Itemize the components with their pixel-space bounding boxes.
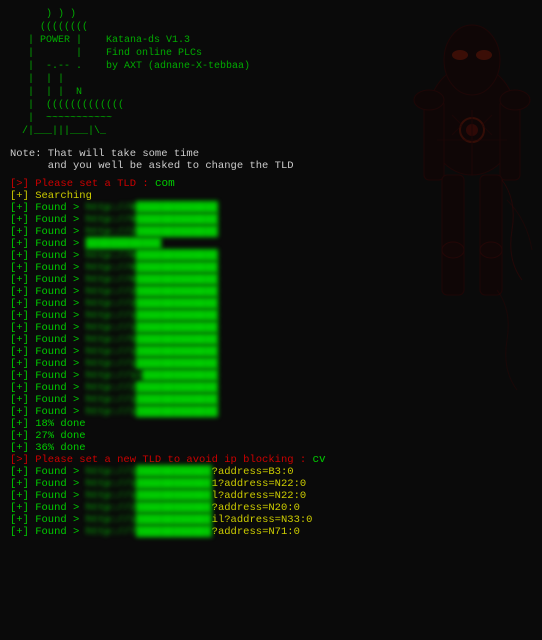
found-line-12: [+] Found > http://5█████████████ — [10, 334, 532, 346]
prompt1-line: [>] Please set a TLD : com — [10, 178, 532, 190]
found-line-11: [+] Found > http://1█████████████ — [10, 322, 532, 334]
found-lines-container: [+] Found > http://8█████████████ [+] Fo… — [10, 202, 532, 418]
found-param-line-5: [+] Found > http://1████████████il?addre… — [10, 514, 532, 526]
found-param-line-4: [+] Found > http://2████████████?address… — [10, 502, 532, 514]
found-param-line-2: [+] Found > http://1████████████1?addres… — [10, 478, 532, 490]
found-line-17: [+] Found > http://1█████████████ — [10, 394, 532, 406]
found-line-13: [+] Found > http://1█████████████ — [10, 346, 532, 358]
prompt2-value: cv — [312, 454, 325, 466]
found-line-2: [+] Found > http://9█████████████ — [10, 214, 532, 226]
found-line-18: [+] Found > http://1█████████████ — [10, 406, 532, 418]
note-text: Note: That will take some time and you w… — [10, 148, 532, 172]
found-line-9: [+] Found > http://2█████████████ — [10, 298, 532, 310]
found-line-7: [+] Found > http://6█████████████ — [10, 274, 532, 286]
searching-line: [+] Searching — [10, 190, 532, 202]
prompt1-value: com — [155, 178, 175, 190]
found-line-3: [+] Found > http://2█████████████ — [10, 226, 532, 238]
found-line-4: [+] Found > ████████████ — [10, 238, 532, 250]
terminal: ) ) ) (((((((( | POWER | Katana-ds V1.3 … — [0, 0, 542, 640]
found-param-line-6: [+] Found > http://7████████████?address… — [10, 526, 532, 538]
found-line-8: [+] Found > http://2█████████████ — [10, 286, 532, 298]
ascii-art-banner: ) ) ) (((((((( | POWER | Katana-ds V1.3 … — [10, 8, 532, 138]
prompt2-line: [>] Please set a new TLD to avoid ip blo… — [10, 454, 532, 466]
done-line-3: [+] 36% done — [10, 442, 532, 454]
found-line-10: [+] Found > http://1█████████████ — [10, 310, 532, 322]
found-line-14: [+] Found > http://1█████████████ — [10, 358, 532, 370]
prompt1-label: [>] Please set a TLD : — [10, 178, 155, 190]
found-param-lines-container: [+] Found > http://1████████████?address… — [10, 466, 532, 538]
done-line-2: [+] 27% done — [10, 430, 532, 442]
found-param-line-1: [+] Found > http://1████████████?address… — [10, 466, 532, 478]
found-line-15: [+] Found > http://1n████████████ — [10, 370, 532, 382]
found-param-line-3: [+] Found > http://1████████████l?addres… — [10, 490, 532, 502]
found-line-5: [+] Found > http://b█████████████ — [10, 250, 532, 262]
done-line-1: [+] 18% done — [10, 418, 532, 430]
found-line-16: [+] Found > http://2█████████████ — [10, 382, 532, 394]
found-line-1: [+] Found > http://8█████████████ — [10, 202, 532, 214]
prompt2-label: [>] Please set a new TLD to avoid ip blo… — [10, 454, 312, 466]
found-line-6: [+] Found > http://6█████████████ — [10, 262, 532, 274]
